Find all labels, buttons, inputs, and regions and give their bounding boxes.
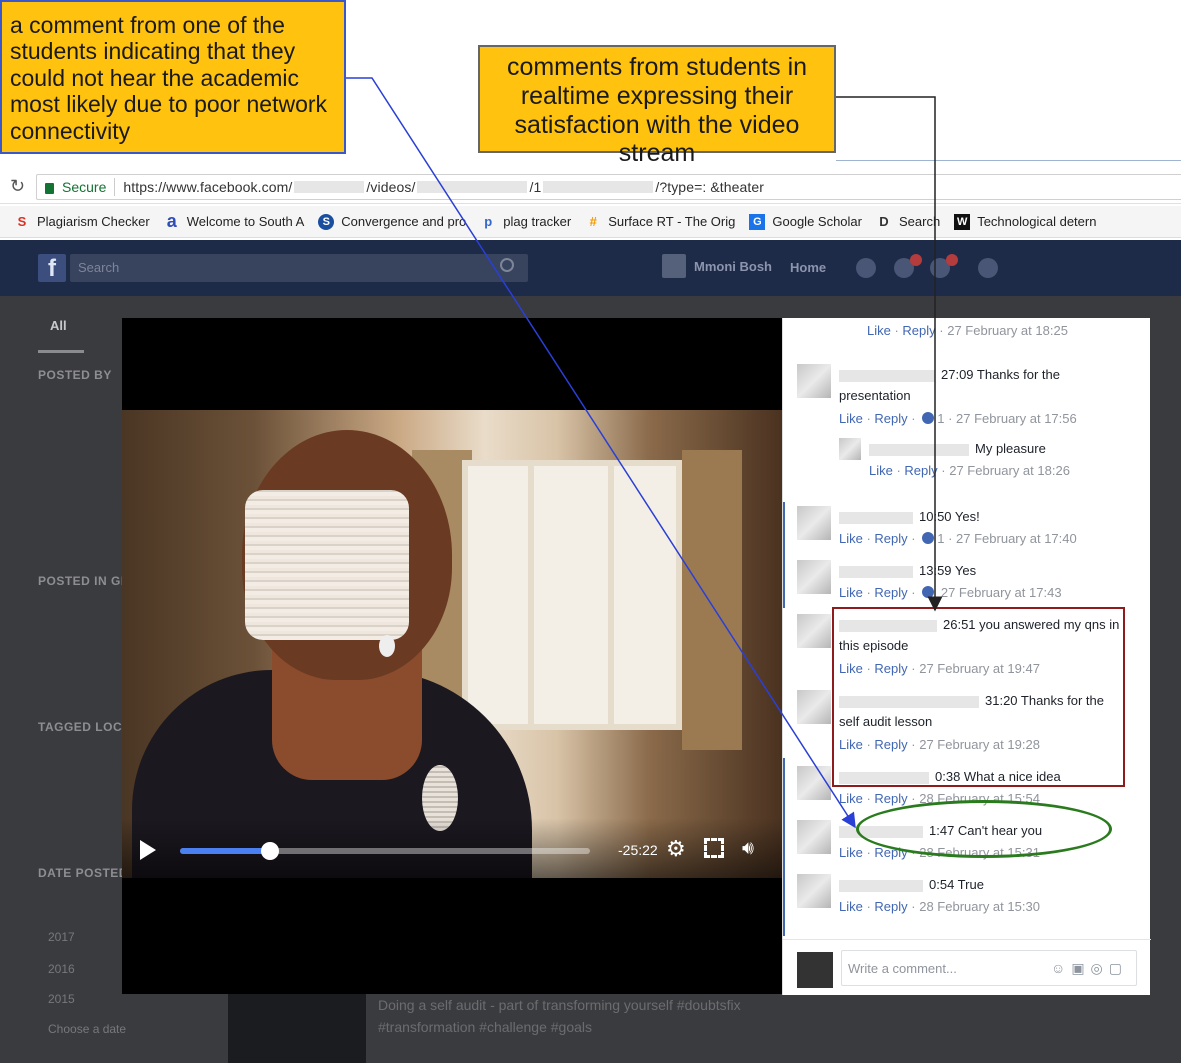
arrow-left-note (346, 77, 856, 829)
annotation-arrows (346, 77, 943, 829)
arrow-right-note (836, 96, 943, 612)
